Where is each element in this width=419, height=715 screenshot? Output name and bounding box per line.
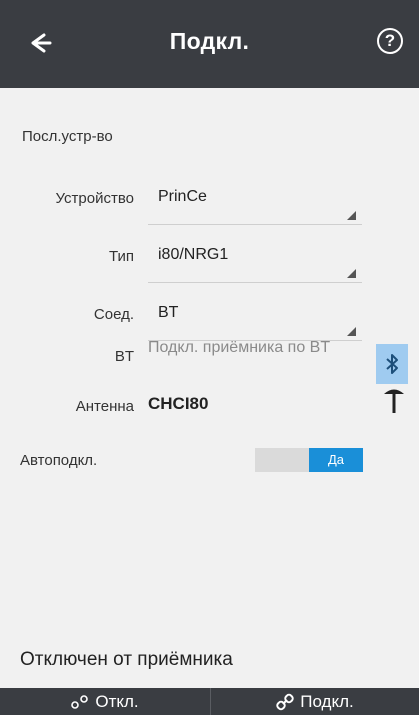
antenna-value: CHCI80 <box>148 394 209 413</box>
toggle-on-label: Да <box>309 448 363 472</box>
device-value: PrinCe <box>158 188 207 205</box>
bt-label: BT <box>114 348 134 365</box>
section-label: Посл.устр-во <box>22 128 113 145</box>
connection-status: Отключен от приёмника <box>20 649 233 670</box>
bottom-button-bar: Откл. Подкл. <box>0 688 419 715</box>
bluetooth-icon <box>386 354 398 374</box>
type-value: i80/NRG1 <box>158 246 229 263</box>
dropdown-triangle-icon <box>347 327 356 336</box>
device-label: Устройство <box>55 190 134 207</box>
connect-button[interactable]: Подкл. <box>211 688 419 715</box>
antenna-icon[interactable] <box>382 385 406 415</box>
dropdown-triangle-icon <box>347 269 356 278</box>
app-header: Подкл. ? <box>0 0 419 88</box>
device-select[interactable]: PrinCe <box>148 186 362 225</box>
connection-value: BT <box>158 304 179 321</box>
help-circle-icon[interactable]: ? <box>377 28 403 54</box>
type-label: Тип <box>108 248 134 265</box>
type-select[interactable]: i80/NRG1 <box>148 244 362 283</box>
antenna-label: Антенна <box>75 398 134 415</box>
disconnect-label: Откл. <box>95 691 139 711</box>
connection-select[interactable]: BT <box>148 302 362 341</box>
autoconnect-label: Автоподкл. <box>20 452 98 469</box>
disconnect-button[interactable]: Откл. <box>0 688 211 715</box>
connection-label: Соед. <box>93 306 134 323</box>
broken-link-icon <box>71 694 89 709</box>
bluetooth-button[interactable] <box>376 344 408 384</box>
connect-label: Подкл. <box>300 691 354 711</box>
link-icon <box>276 693 294 710</box>
dropdown-triangle-icon <box>347 211 356 220</box>
page-title: Подкл. <box>169 28 250 54</box>
autoconnect-toggle[interactable]: Да <box>255 448 363 472</box>
bt-description: Подкл. приёмника по BT <box>148 339 331 356</box>
